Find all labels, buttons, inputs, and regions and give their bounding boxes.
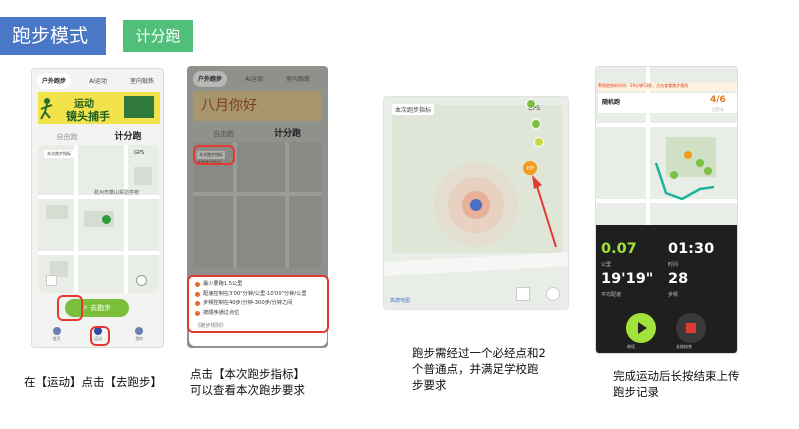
stats-panel: 0.07 公里 01:30 时间 19'19" 平均配速 28 步频 继续 长按…	[596, 225, 737, 353]
tab-score-run[interactable]: 计分跑	[114, 129, 141, 142]
tab-free-run-dim[interactable]: 自由跑	[213, 129, 234, 139]
nav-mine[interactable]: 我的	[135, 327, 144, 342]
tab-outdoor-run-dim[interactable]: 户外跑步	[193, 71, 228, 87]
mode-tabs-dim: 自由跑 计分跑	[193, 126, 321, 139]
caption-step-1: 在【运动】点击【去跑步】	[24, 375, 162, 389]
stop-icon	[686, 323, 696, 333]
required-point-icon: 必经	[523, 161, 537, 175]
top-tabs-dim: 户外跑步 AI运动 室内锻炼	[193, 71, 315, 87]
page-subtitle: 计分跑	[123, 20, 193, 52]
locate-icon[interactable]	[46, 275, 57, 286]
caption-step-4-line: 完成运动后长按结束上传	[613, 369, 740, 383]
highlight-go-run	[57, 295, 83, 321]
nav-home-label: 首页	[52, 336, 61, 341]
map[interactable]	[38, 145, 159, 293]
caption-step-3-line: 个普通点，并满足学校跑	[412, 362, 539, 376]
location-marker-icon	[102, 215, 111, 224]
highlight-indicator	[193, 145, 235, 165]
indicator-link[interactable]: 本次跑步指标	[44, 150, 74, 158]
continue-button[interactable]	[626, 313, 656, 343]
continue-label: 继续	[627, 344, 635, 349]
tab-outdoor-run[interactable]: 户外跑步	[37, 73, 72, 89]
highlight-requirements	[187, 275, 329, 333]
profile-icon	[135, 327, 144, 335]
route-overlay	[434, 163, 557, 248]
tab-ai-sport-dim[interactable]: AI运动	[240, 71, 268, 87]
stop-label: 长按结束	[676, 344, 692, 349]
screenshot-phone-1: 户外跑步 AI运动 室内锻炼 运动 镜头捕手 自由跑 计分跑 本次跑步指标 GP…	[31, 68, 164, 348]
caption-step-2: 点击【本次跑步指标】 可以查看本次跑步要求	[190, 366, 305, 398]
refresh-icon[interactable]	[136, 275, 147, 286]
tab-score-run-dim[interactable]: 计分跑	[274, 126, 301, 139]
caption-step-3-line: 步要求	[412, 378, 447, 392]
caption-step-2-line: 可以查看本次跑步要求	[190, 383, 305, 397]
checkpoint-icon	[526, 99, 536, 109]
gps-status: GPS	[134, 150, 145, 156]
caption-step-2-line: 点击【本次跑步指标】	[190, 367, 305, 381]
tab-free-run[interactable]: 自由跑	[56, 132, 77, 142]
mode-tabs: 自由跑 计分跑	[38, 129, 160, 142]
map-card: 本次跑步指标 GPS 杭州市萧山实验学校	[38, 145, 159, 293]
nav-home[interactable]: 首页	[52, 327, 61, 342]
screenshot-phone-4: 警惕跑到的时间：29分钟53秒，点击查看跑步规则 随机跑 4/6 已打卡 0.0…	[595, 66, 738, 354]
tab-ai-sport[interactable]: AI运动	[84, 73, 112, 89]
caption-step-3-line: 跑步需经过一个必经点和2	[412, 346, 546, 360]
play-icon	[638, 322, 647, 334]
pace-label: 平均配速	[601, 292, 622, 298]
banner-subtitle: 镜头捕手	[66, 110, 110, 123]
steps-label: 步频	[668, 292, 679, 298]
distance-unit: 公里	[601, 262, 612, 268]
route-path	[654, 151, 715, 201]
tab-indoor[interactable]: 室内锻炼	[125, 73, 159, 89]
steps-value: 28	[668, 271, 689, 287]
stop-button[interactable]	[676, 313, 706, 343]
highlight-sport-nav	[90, 326, 110, 346]
map-credit: 高德地图	[390, 298, 411, 304]
caption-step-4-line: 跑步记录	[613, 385, 659, 399]
page-title: 跑步模式	[0, 17, 106, 55]
caption-step-3: 跑步需经过一个必经点和2 个普通点，并满足学校跑 步要求	[412, 345, 546, 393]
duration-value: 01:30	[668, 241, 715, 257]
tab-indoor-dim[interactable]: 室内锻炼	[281, 71, 315, 87]
caption-step-4: 完成运动后长按结束上传 跑步记录	[613, 368, 740, 400]
nav-mine-label: 我的	[135, 336, 144, 341]
checkpoint-icon	[534, 137, 544, 147]
school-label: 杭州市萧山实验学校	[94, 190, 140, 196]
banner-title-dim: 八月你好	[201, 98, 257, 114]
pace-value: 19'19"	[601, 271, 654, 287]
run-icon: ⚡	[82, 304, 88, 312]
screenshot-phone-3: 本次跑步指标 GPS 必经 高德地图	[383, 96, 569, 310]
checkpoint-icon	[531, 119, 541, 129]
duration-label: 时间	[668, 262, 679, 268]
promo-banner[interactable]: 运动 镜头捕手	[38, 92, 160, 124]
top-tabs: 户外跑步 AI运动 室内锻炼	[37, 73, 159, 89]
distance-value: 0.07	[601, 241, 637, 257]
home-icon	[52, 327, 61, 335]
locate-icon[interactable]	[516, 287, 530, 301]
promo-banner-dim[interactable]: 八月你好	[193, 91, 321, 121]
go-run-label: 去跑步	[90, 304, 112, 312]
refresh-icon[interactable]	[546, 287, 560, 301]
